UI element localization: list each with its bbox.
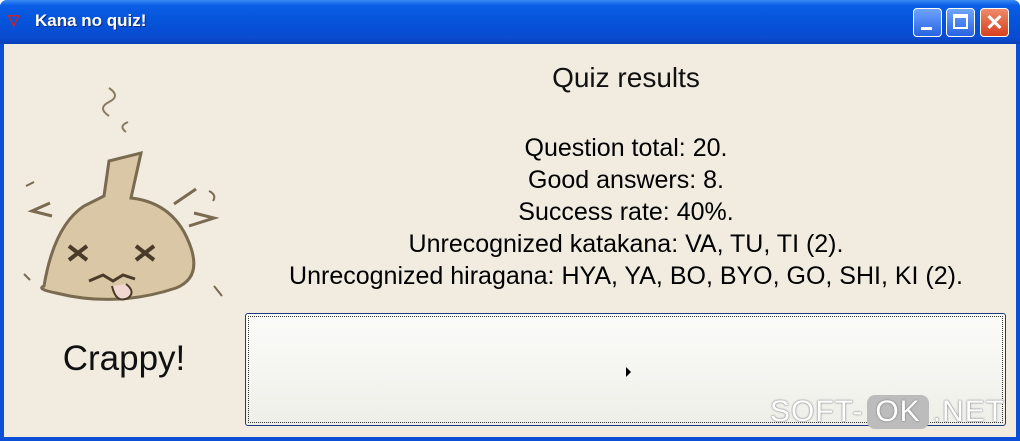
minimize-button[interactable] bbox=[913, 8, 942, 37]
play-arrow-icon bbox=[626, 367, 631, 377]
window-title: Kana no quiz! bbox=[35, 11, 147, 30]
close-button[interactable]: ✕ bbox=[980, 8, 1009, 37]
minimize-icon bbox=[921, 27, 932, 30]
maximize-button[interactable] bbox=[946, 8, 975, 37]
watermark-ok: OK bbox=[867, 395, 929, 429]
watermark: SOFT- OK .NET bbox=[770, 395, 1005, 435]
unrecognized-katakana-line: Unrecognized katakana: VA, TU, TI (2). bbox=[408, 230, 844, 258]
results-heading: Quiz results bbox=[552, 62, 700, 93]
maximize-icon bbox=[953, 14, 968, 29]
verdict-text: Crappy! bbox=[62, 339, 186, 378]
good-answers-line: Good answers: 8. bbox=[528, 166, 724, 194]
results-panel: Crappy! Quiz results Question total: 20.… bbox=[4, 44, 1016, 437]
watermark-pre: SOFT- bbox=[770, 395, 864, 428]
close-icon: ✕ bbox=[985, 10, 1004, 35]
question-total-line: Question total: 20. bbox=[524, 134, 728, 162]
title-bar[interactable]: ▽ Kana no quiz! ✕ bbox=[0, 0, 1020, 44]
watermark-post: .NET bbox=[932, 395, 1006, 428]
dizzy-mascot-icon bbox=[23, 87, 223, 301]
success-rate-line: Success rate: 40%. bbox=[518, 198, 734, 226]
app-window: ▽ Kana no quiz! ✕ Crappy! Quiz results Q… bbox=[0, 0, 1020, 441]
results-stats: Question total: 20. Good answers: 8. Suc… bbox=[244, 132, 1008, 292]
app-icon[interactable]: ▽ bbox=[8, 11, 28, 31]
unrecognized-hiragana-line: Unrecognized hiragana: HYA, YA, BO, BYO,… bbox=[289, 262, 963, 290]
